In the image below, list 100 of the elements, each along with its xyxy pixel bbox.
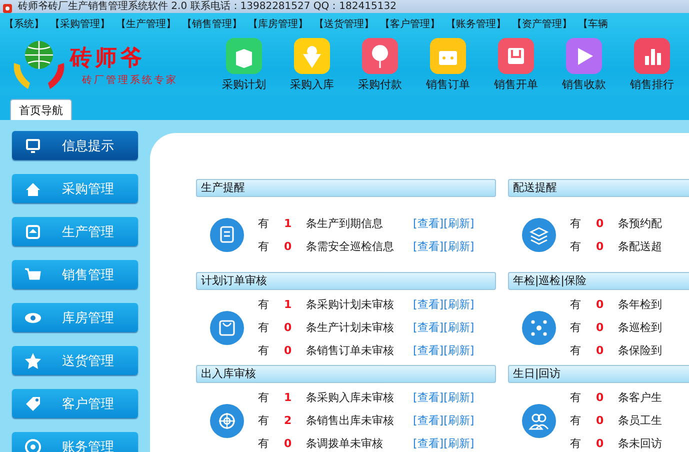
action-link[interactable]: [查看] — [413, 413, 444, 428]
action-link[interactable]: [查看] — [413, 238, 444, 254]
message-text: 条生产到期信息 — [306, 216, 384, 230]
action-link[interactable]: [刷新] — [444, 413, 474, 428]
action-link[interactable]: [刷新] — [444, 390, 474, 405]
action-link[interactable]: [查看] — [413, 390, 444, 405]
toolbar-icon — [566, 38, 602, 74]
row-prefix: 有 — [570, 343, 582, 358]
action-link[interactable]: [刷新] — [444, 320, 474, 335]
toolbar-button[interactable]: 销售订单 — [414, 38, 482, 92]
row-prefix: 有 — [258, 436, 270, 451]
toolbar-icon — [294, 38, 330, 74]
message-text: 条销售订单未审核 — [306, 343, 395, 358]
toolbar-button[interactable]: 销售开单 — [482, 38, 550, 92]
toolbar-button[interactable]: 采购付款 — [346, 38, 414, 92]
toolbar-icon — [498, 38, 534, 74]
message-text: 条生产计划未审核 — [306, 320, 395, 335]
message-text: 条采购计划未审核 — [306, 297, 395, 312]
menu-item[interactable]: 【客户管理】 — [378, 17, 442, 31]
action-link[interactable]: [刷新] — [444, 343, 474, 358]
count: 0 — [284, 437, 293, 450]
menu-item[interactable]: 【系统】 — [2, 17, 46, 31]
message-text: 条采购入库未审核 — [306, 390, 395, 405]
menu-item[interactable]: 【采购管理】 — [48, 17, 112, 31]
toolbar-button[interactable]: 采购入库 — [278, 38, 346, 92]
section-header: 配送提醒 — [508, 179, 689, 197]
row-prefix: 有 — [258, 320, 270, 335]
menu-item[interactable]: 【销售管理】 — [180, 17, 244, 31]
row-prefix: 有 — [258, 413, 270, 428]
action-link[interactable]: [刷新] — [444, 238, 474, 254]
message-text: 条客户生 — [618, 390, 663, 405]
sidebar-item[interactable]: 库房管理 — [12, 303, 138, 332]
row-prefix: 有 — [570, 320, 582, 335]
menu-item[interactable]: 【库房管理】 — [246, 17, 310, 31]
action-link[interactable]: [查看] — [413, 320, 444, 335]
row-prefix: 有 — [258, 297, 270, 312]
sidebar-item[interactable]: 账务管理 — [12, 432, 138, 452]
layers-icon — [522, 218, 556, 252]
people-icon — [522, 404, 556, 438]
toolbar-button[interactable]: 销售排行 — [618, 38, 686, 92]
section-header: 年检|巡检|保险 — [508, 272, 689, 290]
tab[interactable]: 首页导航 — [10, 99, 72, 120]
section-header: 计划订单审核 — [196, 272, 496, 290]
row-prefix: 有 — [570, 238, 582, 254]
section-header: 出入库审核 — [196, 365, 496, 383]
count: 0 — [284, 344, 293, 357]
menu-item[interactable]: 【资产管理】 — [510, 17, 574, 31]
sidebar-item[interactable]: 客户管理 — [12, 389, 138, 418]
count: 0 — [596, 437, 605, 450]
action-link[interactable]: [查看] — [413, 297, 444, 312]
toolbar-icon — [634, 38, 670, 74]
action-link[interactable]: [刷新] — [444, 216, 474, 230]
action-link[interactable]: [刷新] — [444, 297, 474, 312]
toolbar-button[interactable]: 采购计划 — [210, 38, 278, 92]
sidebar-item[interactable]: 生产管理 — [12, 217, 138, 246]
action-link[interactable]: [查看] — [413, 343, 444, 358]
count: 0 — [596, 240, 605, 252]
crosshair-icon — [210, 404, 244, 438]
message-text: 条预约配 — [618, 216, 663, 230]
row-prefix: 有 — [570, 216, 582, 230]
menu-item[interactable]: 【车辆 — [576, 17, 610, 31]
clipboard-icon — [210, 218, 244, 252]
sidebar-item[interactable]: 销售管理 — [12, 260, 138, 289]
section-header: 生产提醒 — [196, 179, 496, 197]
toolbar-icon — [362, 38, 398, 74]
row-prefix: 有 — [570, 436, 582, 451]
message-text: 条巡检到 — [618, 320, 663, 335]
menu-item[interactable]: 【账务管理】 — [444, 17, 508, 31]
network-icon — [522, 310, 556, 344]
message-text: 条员工生 — [618, 413, 663, 428]
section-header: 生日|回访 — [508, 365, 689, 383]
count: 0 — [596, 298, 605, 311]
message-text: 条未回访 — [618, 436, 663, 451]
count: 0 — [596, 391, 605, 404]
app-icon — [3, 4, 12, 13]
logo-slogan: 砖厂管理系统专家 — [81, 74, 178, 87]
message-text: 条调拨单未审核 — [306, 436, 384, 451]
action-link[interactable]: [查看] — [413, 436, 444, 451]
toolbar-icon — [430, 38, 466, 74]
count: 0 — [284, 321, 293, 334]
menu-item[interactable]: 【生产管理】 — [114, 17, 178, 31]
row-prefix: 有 — [570, 297, 582, 312]
count: 1 — [284, 391, 293, 404]
action-link[interactable]: [查看] — [413, 216, 444, 230]
message-text: 条需安全巡检信息 — [306, 238, 395, 254]
sidebar-item[interactable]: 信息提示 — [12, 131, 138, 160]
count: 0 — [596, 321, 605, 334]
count: 1 — [284, 298, 293, 311]
count: 1 — [284, 216, 293, 230]
menu-item[interactable]: 【送货管理】 — [312, 17, 376, 31]
bag-icon — [210, 310, 244, 344]
row-prefix: 有 — [258, 238, 270, 254]
action-link[interactable]: [刷新] — [444, 436, 474, 451]
message-text: 条年检到 — [618, 297, 663, 312]
count: 2 — [284, 414, 293, 427]
sidebar-item[interactable]: 采购管理 — [12, 174, 138, 203]
count: 0 — [596, 414, 605, 427]
toolbar-button[interactable]: 销售收款 — [550, 38, 618, 92]
sidebar-item[interactable]: 送货管理 — [12, 346, 138, 375]
count: 0 — [596, 216, 605, 230]
